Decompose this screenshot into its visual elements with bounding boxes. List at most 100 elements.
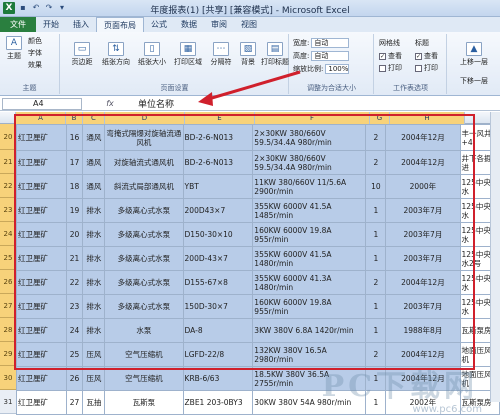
breaks-button[interactable]: ⋯ 分隔符: [207, 42, 235, 67]
margins-button[interactable]: ▭ 页边距: [67, 42, 97, 67]
size-button[interactable]: ▯ 纸张大小: [135, 42, 169, 67]
table-cell[interactable]: 2003年7月: [385, 294, 461, 319]
table-cell[interactable]: 水泵: [104, 318, 184, 343]
table-cell[interactable]: 160KW 6000V 19.8A 955r/min: [252, 294, 367, 319]
table-cell[interactable]: 排水: [82, 246, 106, 271]
table-cell[interactable]: 多级离心式水泵: [104, 246, 184, 271]
print-area-button[interactable]: ▦ 打印区域: [171, 42, 205, 67]
table-cell[interactable]: 17: [65, 150, 84, 175]
row-header[interactable]: 26: [0, 270, 16, 294]
table-cell[interactable]: 16: [65, 124, 84, 151]
effects-button[interactable]: 效果: [28, 60, 58, 70]
tab-data[interactable]: 数据: [174, 17, 204, 32]
column-header[interactable]: E: [185, 112, 255, 124]
table-cell[interactable]: 瓦斯泵: [104, 390, 184, 415]
table-cell[interactable]: ZBE1 203-0BY3: [182, 390, 254, 415]
row-header[interactable]: 30: [0, 366, 16, 390]
table-cell[interactable]: 红卫厘矿: [16, 366, 67, 391]
table-cell[interactable]: 排水: [82, 294, 106, 319]
table-cell[interactable]: 2003年7月: [385, 198, 461, 223]
table-cell[interactable]: 通风: [82, 150, 106, 175]
table-cell[interactable]: 瓦抽: [82, 390, 106, 415]
table-cell[interactable]: 150D-30×7: [182, 294, 254, 319]
column-header[interactable]: H: [390, 112, 465, 124]
table-cell[interactable]: YBT: [182, 174, 254, 199]
table-cell[interactable]: 160KW 6000V 19.8A 955r/min: [252, 222, 367, 247]
table-cell[interactable]: 压风: [82, 366, 106, 391]
table-cell[interactable]: D155-67×8: [182, 270, 254, 295]
table-cell[interactable]: 3KW 380V 6.8A 1420r/min: [252, 318, 367, 343]
row-header[interactable]: 23: [0, 198, 16, 222]
table-cell[interactable]: 1: [365, 222, 387, 247]
table-cell[interactable]: 红卫厘矿: [16, 342, 67, 367]
row-header[interactable]: 27: [0, 294, 16, 318]
table-cell[interactable]: D150-30×10: [182, 222, 254, 247]
table-cell[interactable]: 排水: [82, 318, 106, 343]
colors-button[interactable]: 颜色: [28, 36, 58, 46]
orientation-button[interactable]: ⇅ 纸张方向: [99, 42, 133, 67]
row-header[interactable]: 21: [0, 150, 16, 174]
table-cell[interactable]: BD-2-6-N013: [182, 150, 254, 175]
headings-print-checkbox[interactable]: 打印: [415, 63, 438, 73]
table-cell[interactable]: 355KW 6000V 41.3A 1480r/min: [252, 270, 367, 295]
table-cell[interactable]: 红卫厘矿: [16, 318, 67, 343]
table-cell[interactable]: 通风: [82, 124, 106, 151]
tab-insert[interactable]: 插入: [66, 17, 96, 32]
bring-forward-button[interactable]: ▲ 上移一层: [450, 42, 498, 67]
row-header[interactable]: 22: [0, 174, 16, 198]
fonts-button[interactable]: 字体: [28, 48, 58, 58]
width-field[interactable]: 自动: [311, 38, 350, 48]
column-header[interactable]: B: [66, 112, 83, 124]
table-cell[interactable]: 空气压缩机: [104, 342, 184, 367]
table-cell[interactable]: 多级离心式水泵: [104, 222, 184, 247]
table-cell[interactable]: 2×30KW 380/660V 59.5/34.4A 980r/min: [252, 150, 367, 175]
table-cell[interactable]: 26: [65, 366, 84, 391]
table-cell[interactable]: 压风: [82, 342, 106, 367]
row-header[interactable]: 28: [0, 318, 16, 342]
table-cell[interactable]: 空气压缩机: [104, 366, 184, 391]
table-cell[interactable]: 2004年12月: [385, 270, 461, 295]
table-cell[interactable]: 10: [365, 174, 387, 199]
table-cell[interactable]: 红卫厘矿: [16, 150, 67, 175]
row-header[interactable]: 31: [0, 390, 16, 414]
table-cell[interactable]: 红卫厘矿: [16, 270, 67, 295]
table-cell[interactable]: 21: [65, 246, 84, 271]
table-cell[interactable]: 排水: [82, 270, 106, 295]
table-cell[interactable]: 红卫厘矿: [16, 174, 67, 199]
column-header[interactable]: G: [370, 112, 390, 124]
table-cell[interactable]: 1: [365, 198, 387, 223]
column-header[interactable]: C: [83, 112, 105, 124]
print-titles-button[interactable]: ▤ 打印标题: [261, 42, 289, 67]
gridlines-view-checkbox[interactable]: ✓ 查看: [379, 51, 402, 61]
table-cell[interactable]: 对旋轴流式通风机: [104, 150, 184, 175]
column-header[interactable]: A: [16, 112, 66, 124]
table-cell[interactable]: 22: [65, 270, 84, 295]
table-cell[interactable]: DA-8: [182, 318, 254, 343]
send-backward-button[interactable]: 下移一层: [450, 76, 498, 86]
table-cell[interactable]: 27: [65, 390, 84, 415]
row-header[interactable]: 24: [0, 222, 16, 246]
gridlines-print-checkbox[interactable]: 打印: [379, 63, 402, 73]
height-field[interactable]: 自动: [311, 51, 350, 61]
table-cell[interactable]: 2000年: [385, 174, 461, 199]
table-cell[interactable]: 1: [365, 294, 387, 319]
table-cell[interactable]: 25: [65, 342, 84, 367]
column-header[interactable]: D: [105, 112, 185, 124]
formula-input[interactable]: 单位名称: [138, 97, 174, 110]
table-cell[interactable]: 多级离心式水泵: [104, 270, 184, 295]
table-cell[interactable]: 红卫厘矿: [16, 246, 67, 271]
table-cell[interactable]: 2×30KW 380/660V 59.5/34.4A 980r/min: [252, 124, 367, 151]
table-cell[interactable]: 355KW 6000V 41.5A 1480r/min: [252, 246, 367, 271]
table-cell[interactable]: 23: [65, 294, 84, 319]
table-cell[interactable]: 24: [65, 318, 84, 343]
table-cell[interactable]: 红卫厘矿: [16, 198, 67, 223]
table-cell[interactable]: 通风: [82, 174, 106, 199]
table-cell[interactable]: 2004年12月: [385, 150, 461, 175]
table-cell[interactable]: 18: [65, 174, 84, 199]
table-cell[interactable]: 2003年7月: [385, 246, 461, 271]
table-cell[interactable]: 20: [65, 222, 84, 247]
table-cell[interactable]: 排水: [82, 198, 106, 223]
background-button[interactable]: ▧ 背景: [237, 42, 259, 67]
vertical-scrollbar[interactable]: [490, 112, 500, 402]
table-cell[interactable]: 1: [365, 246, 387, 271]
